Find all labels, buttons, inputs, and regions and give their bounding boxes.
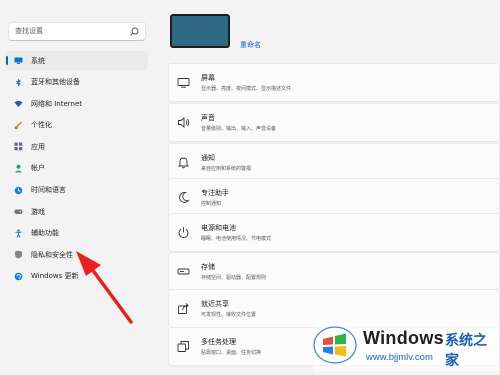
accessibility-icon <box>14 229 23 238</box>
power-icon <box>178 227 189 238</box>
moon-icon <box>179 192 190 203</box>
sidebar-item-label: Windows 更新 <box>31 272 79 281</box>
card-title: 声音 <box>201 114 215 122</box>
rename-link[interactable]: 重命名 <box>240 40 261 50</box>
sidebar-item-label: 应用 <box>31 142 45 151</box>
sidebar-item-system[interactable]: 系统 <box>5 51 148 70</box>
sidebar-item-label: 系统 <box>31 56 45 65</box>
card-title: 就近共享 <box>201 300 229 308</box>
settings-sidebar: 查找设置 系统 蓝牙和其他设备 网络和 Internet 个性化 应用 帐户 时… <box>0 0 155 375</box>
card-display[interactable]: 屏幕 显示器、亮度、夜间模式、显示描述文件 <box>168 63 500 102</box>
multitask-icon <box>177 341 189 352</box>
shield-icon <box>14 250 23 259</box>
speaker-icon <box>178 117 190 128</box>
display-icon <box>177 78 190 88</box>
card-title: 电源和电池 <box>201 224 236 232</box>
card-notifications[interactable]: 通知 来自应用和系统的警报 <box>168 143 500 182</box>
sidebar-item-accessibility[interactable]: 辅助功能 <box>5 224 148 243</box>
card-description: 来自应用和系统的警报 <box>201 166 252 172</box>
sidebar-item-personalization[interactable]: 个性化 <box>5 116 148 135</box>
wifi-icon <box>14 99 23 108</box>
watermark-brand: Windows <box>363 328 444 348</box>
card-title: 多任务处理 <box>201 338 236 346</box>
sidebar-item-apps[interactable]: 应用 <box>5 137 148 156</box>
monitor-icon <box>14 56 23 65</box>
sidebar-item-label: 个性化 <box>31 121 52 130</box>
card-description: 存储空间、驱动器、配置规则 <box>201 275 267 281</box>
sidebar-item-label: 时间和语言 <box>31 186 66 195</box>
gamepad-icon <box>14 207 23 216</box>
brush-icon <box>14 121 23 130</box>
card-description: 控制通知 <box>201 201 222 207</box>
card-storage[interactable]: 存储 存储空间、驱动器、配置规则 <box>168 252 500 291</box>
watermark-url: www.bjjmlv.com <box>366 352 433 363</box>
card-focus-assist[interactable]: 专注助手 控制通知 <box>168 178 500 217</box>
card-sound[interactable]: 声音 音量级别、输出、输入、声音设备 <box>168 103 500 142</box>
sidebar-item-label: 帐户 <box>31 164 45 173</box>
card-title: 专注助手 <box>201 189 229 197</box>
card-power-battery[interactable]: 电源和电池 睡眠、电池使用情况、节电模式 <box>168 213 500 252</box>
sidebar-nav: 系统 蓝牙和其他设备 网络和 Internet 个性化 应用 帐户 时间和语言 … <box>5 51 148 289</box>
sidebar-item-bluetooth[interactable]: 蓝牙和其他设备 <box>5 73 148 92</box>
sidebar-item-time-language[interactable]: 时间和语言 <box>5 181 148 200</box>
person-icon <box>14 164 23 173</box>
update-icon <box>14 272 23 281</box>
watermark: Windows 系统之家 www.bjjmlv.com <box>313 319 498 371</box>
search-icon[interactable] <box>128 26 140 38</box>
sidebar-item-windows-update[interactable]: Windows 更新 <box>5 267 148 286</box>
device-thumbnail <box>170 14 230 48</box>
sidebar-item-label: 隐私和安全性 <box>31 250 73 259</box>
bell-icon <box>177 157 190 169</box>
sidebar-item-gaming[interactable]: 游戏 <box>5 202 148 221</box>
sidebar-item-label: 网络和 Internet <box>31 99 83 108</box>
search-placeholder: 查找设置 <box>15 27 43 35</box>
apps-icon <box>14 142 23 151</box>
card-title: 屏幕 <box>201 74 215 82</box>
sidebar-item-label: 辅助功能 <box>31 229 59 238</box>
share-icon <box>178 303 189 314</box>
windows-logo-icon <box>313 326 357 364</box>
sidebar-item-privacy[interactable]: 隐私和安全性 <box>5 245 148 264</box>
sidebar-item-label: 蓝牙和其他设备 <box>31 78 80 87</box>
card-description: 可发现性、接收文件位置 <box>201 312 257 318</box>
search-input[interactable]: 查找设置 <box>8 22 146 41</box>
card-description: 贴靠窗口、桌面、任务切换 <box>201 350 262 356</box>
sidebar-item-accounts[interactable]: 帐户 <box>5 159 148 178</box>
watermark-brand-cn: 系统之家 <box>445 333 487 369</box>
card-description: 睡眠、电池使用情况、节电模式 <box>201 236 272 242</box>
card-description: 音量级别、输出、输入、声音设备 <box>201 126 277 132</box>
card-description: 显示器、亮度、夜间模式、显示描述文件 <box>201 86 292 92</box>
sidebar-item-label: 游戏 <box>31 207 45 216</box>
globe-clock-icon <box>14 186 23 195</box>
card-title: 通知 <box>201 154 215 162</box>
storage-icon <box>177 268 190 275</box>
sidebar-item-network[interactable]: 网络和 Internet <box>5 94 148 113</box>
card-title: 存储 <box>201 263 215 271</box>
bluetooth-icon <box>14 78 23 87</box>
